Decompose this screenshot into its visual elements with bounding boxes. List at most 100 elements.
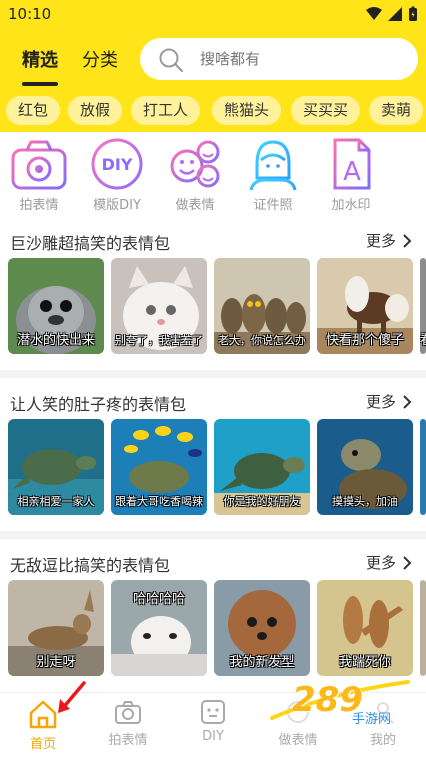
search-box[interactable] xyxy=(140,38,418,80)
meme-caption: 快看那个傻子 xyxy=(325,333,404,348)
feature-label: 做表情 xyxy=(175,198,215,213)
meme-thumb[interactable]: 别夸了，我害羞了 xyxy=(111,258,207,354)
section-title: 巨沙雕超搞笑的表情包 xyxy=(10,234,171,253)
tag-chip[interactable]: 打工人 xyxy=(131,96,201,125)
meme-section: 无敌逗比搞笑的表情包 更多 别走呀 哈哈哈哈 我的新发型 我踹死你 xyxy=(0,552,426,692)
meme-caption: 别夸了，我害羞了 xyxy=(115,334,203,347)
status-icons xyxy=(366,6,418,22)
more-link[interactable]: 更多 xyxy=(366,552,412,573)
meme-caption: 看 xyxy=(420,329,426,348)
more-label: 更多 xyxy=(365,393,396,411)
meme-caption: 我的新发型 xyxy=(229,655,295,670)
feature-label: 证件照 xyxy=(253,198,293,213)
feature-label: 模版DIY xyxy=(93,198,141,213)
nav-label: DIY xyxy=(202,729,224,744)
svg-text:A: A xyxy=(343,157,361,187)
tab-featured[interactable]: 精选 xyxy=(22,46,58,72)
feature-make-emoji[interactable]: 做表情 xyxy=(160,136,230,213)
meme-caption: 老大，你说怎么办 xyxy=(218,334,306,347)
section-divider xyxy=(0,531,426,539)
more-link[interactable]: 更多 xyxy=(366,391,412,412)
feature-label: 加水印 xyxy=(331,198,371,213)
feature-row: 拍表情 DIY 模版DIY 做表情 证件照 A 加水印 xyxy=(0,136,426,222)
meme-thumb[interactable]: 老大，你说怎么办 xyxy=(214,258,310,354)
search-icon xyxy=(159,48,184,73)
meme-caption: 摸摸头，加油 xyxy=(332,495,398,508)
nav-label: 拍表情 xyxy=(108,733,148,748)
meme-section: 巨沙雕超搞笑的表情包 更多 潜水的快出来 别夸了，我害羞了 老大，你说怎么办 快… xyxy=(0,230,426,370)
site-watermark: 289 手游网 xyxy=(262,672,412,732)
nav-label: 首页 xyxy=(29,737,56,752)
id-photo-icon xyxy=(249,140,297,191)
meme-caption: 跟着大哥吃香喝辣 xyxy=(115,495,203,508)
meme-section: 让人笑的肚子疼的表情包 更多 相亲相爱一家人 跟着大哥吃香喝辣 你是我的好朋友 … xyxy=(0,391,426,531)
section-title: 让人笑的肚子疼的表情包 xyxy=(10,395,187,414)
diy-icon: DIY xyxy=(91,138,143,190)
meme-caption: 潜水的快出来 xyxy=(16,333,95,348)
svg-text:DIY: DIY xyxy=(102,155,133,174)
nav-take-photo[interactable]: 拍表情 xyxy=(93,699,163,748)
emoji-faces-icon xyxy=(170,140,220,188)
meme-thumb[interactable]: 别走呀 xyxy=(8,580,104,676)
meme-caption: 相亲相爱一家人 xyxy=(17,495,95,508)
partial-image xyxy=(420,580,426,676)
watermark-subtext: 手游网 xyxy=(352,712,392,727)
nav-home[interactable]: 首页 xyxy=(8,681,86,752)
feature-template-diy[interactable]: DIY 模版DIY xyxy=(82,136,152,213)
feature-add-watermark[interactable]: A 加水印 xyxy=(316,136,386,213)
meme-thumb[interactable]: 你是我的好朋友 xyxy=(214,419,310,515)
status-bar: 10:10 xyxy=(0,0,426,30)
feature-label: 拍表情 xyxy=(19,198,59,213)
meme-thumb[interactable]: 我踹死你 xyxy=(317,580,413,676)
meme-thumb[interactable] xyxy=(420,580,426,676)
meme-thumb[interactable]: 看 xyxy=(420,258,426,354)
meme-caption: 哈哈哈哈 xyxy=(132,592,185,607)
tab-indicator xyxy=(22,82,58,86)
battery-icon xyxy=(409,6,417,21)
section-divider xyxy=(0,370,426,378)
tag-chip[interactable]: 红包 xyxy=(6,96,61,125)
camera-icon xyxy=(115,701,141,724)
more-label: 更多 xyxy=(365,554,396,572)
camera-icon xyxy=(11,140,67,190)
meme-caption: 别走呀 xyxy=(36,655,76,670)
more-link[interactable]: 更多 xyxy=(366,230,412,251)
thumb-row: 相亲相爱一家人 跟着大哥吃香喝辣 你是我的好朋友 摸摸头，加油 xyxy=(0,419,426,515)
watermark-doc-icon: A xyxy=(333,138,371,190)
red-arrow-icon xyxy=(58,681,86,713)
chevron-right-icon xyxy=(403,233,412,248)
tag-chip[interactable]: 卖萌 xyxy=(369,96,424,125)
meme-thumb[interactable]: 跟着大哥吃香喝辣 xyxy=(111,419,207,515)
meme-thumb[interactable]: 哈哈哈哈 xyxy=(111,580,207,676)
feature-take-photo[interactable]: 拍表情 xyxy=(4,136,74,213)
diy-face-icon xyxy=(201,700,225,724)
meme-thumb[interactable]: 相亲相爱一家人 xyxy=(8,419,104,515)
meme-caption: 我踹死你 xyxy=(338,655,391,670)
meme-thumb[interactable] xyxy=(420,419,426,515)
chevron-right-icon xyxy=(403,555,412,570)
meme-caption: 你是我的好朋友 xyxy=(223,495,301,508)
meme-thumb[interactable]: 我的新发型 xyxy=(214,580,310,676)
more-label: 更多 xyxy=(365,232,396,250)
thumb-row: 潜水的快出来 别夸了，我害羞了 老大，你说怎么办 快看那个傻子 看 xyxy=(0,258,426,354)
signal-icon xyxy=(388,7,402,21)
tab-category[interactable]: 分类 xyxy=(82,46,118,72)
meme-thumb[interactable]: 摸摸头，加油 xyxy=(317,419,413,515)
wifi-icon xyxy=(366,7,382,20)
feature-id-photo[interactable]: 证件照 xyxy=(238,136,308,213)
tag-chip[interactable]: 放假 xyxy=(68,96,123,125)
hot-tags: 红包 放假 打工人 熊猫头 买买买 卖萌 xyxy=(0,96,426,126)
tag-chip[interactable]: 熊猫头 xyxy=(212,96,282,125)
thumb-row: 别走呀 哈哈哈哈 我的新发型 我踹死你 xyxy=(0,580,426,676)
status-time: 10:10 xyxy=(8,5,52,23)
section-title: 无敌逗比搞笑的表情包 xyxy=(10,556,171,575)
tag-chip[interactable]: 买买买 xyxy=(291,96,361,125)
meme-thumb[interactable]: 快看那个傻子 xyxy=(317,258,413,354)
partial-image xyxy=(420,419,426,515)
meme-thumb[interactable]: 潜水的快出来 xyxy=(8,258,104,354)
chevron-right-icon xyxy=(403,394,412,409)
nav-diy[interactable]: DIY xyxy=(178,699,248,744)
header: 10:10 精选 分类 红包 放假 打工人 熊猫头 买买买 卖萌 xyxy=(0,0,426,132)
search-input[interactable] xyxy=(200,38,400,80)
app-screen: 10:10 精选 分类 红包 放假 打工人 熊猫头 买买买 卖萌 xyxy=(0,0,426,758)
